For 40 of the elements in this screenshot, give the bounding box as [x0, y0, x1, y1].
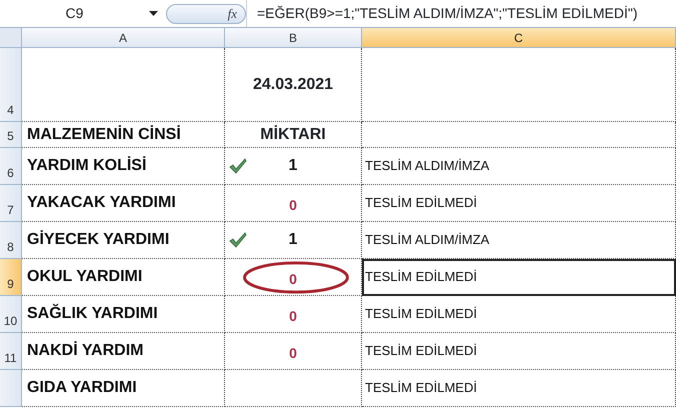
table-cell-text: YARDIM KOLİSİ: [27, 155, 146, 176]
table-cell-text: GIDA YARDIMI: [27, 378, 137, 398]
column-header[interactable]: B: [225, 28, 362, 48]
table-cell-text: 1: [288, 156, 298, 176]
table-cell-text: 24.03.2021: [252, 74, 334, 94]
table-cell-text: 0: [289, 270, 297, 289]
row-header[interactable]: 4: [0, 48, 22, 122]
dropdown-arrow-icon[interactable]: [149, 11, 158, 16]
table-cell-text: TESLİM EDİLMEDİ: [365, 342, 477, 360]
table-cell-text: TESLİM EDİLMEDİ: [365, 194, 477, 212]
table-cell-text: 0: [289, 307, 297, 326]
row-header[interactable]: 10: [0, 296, 22, 333]
table-cell-text: GİYECEK YARDIMI: [27, 229, 170, 250]
table-cell-text: SAĞLIK YARDIMI: [27, 302, 158, 324]
table-cell-text: 1: [288, 230, 298, 250]
row-header[interactable]: 6: [0, 148, 22, 185]
table-cell-text: 0: [289, 344, 297, 363]
table-cell-text: MİKTARI: [260, 124, 326, 144]
select-all-corner[interactable]: [0, 28, 22, 48]
row-header[interactable]: [0, 370, 22, 407]
name-box[interactable]: C9: [0, 3, 149, 24]
row-header[interactable]: 8: [0, 222, 22, 259]
row-header[interactable]: 9: [0, 259, 22, 296]
row-header[interactable]: 11: [0, 333, 22, 370]
table-cell-text: TESLİM EDİLMEDİ: [365, 379, 477, 398]
table-cell-text: TESLİM ALDIM/İMZA: [365, 157, 490, 176]
table-cell-text: YAKACAK YARDIMI: [27, 193, 176, 213]
column-header[interactable]: A: [22, 28, 225, 48]
table-cell-text: TESLİM EDİLMEDİ: [365, 305, 477, 324]
function-label[interactable]: fx: [228, 4, 237, 24]
table-cell-text: TESLİM EDİLMEDİ: [365, 268, 477, 286]
table-cell-text: 0: [289, 196, 297, 215]
row-header[interactable]: 7: [0, 185, 22, 222]
table-cell-text: OKUL YARDIMI: [27, 267, 142, 287]
row-header[interactable]: 5: [0, 122, 22, 148]
formula-field[interactable]: =EĞER(B9>=1;"TESLİM ALDIM/İMZA";"TESLİM EDİLMEDİ"): [246, 0, 676, 27]
column-header[interactable]: C: [362, 28, 676, 48]
table-cell-text: NAKDİ YARDIM: [27, 340, 144, 361]
table-cell-text: TESLİM ALDIM/İMZA: [365, 231, 490, 250]
table-cell-text: MALZEMENİN CİNSİ: [27, 124, 181, 144]
